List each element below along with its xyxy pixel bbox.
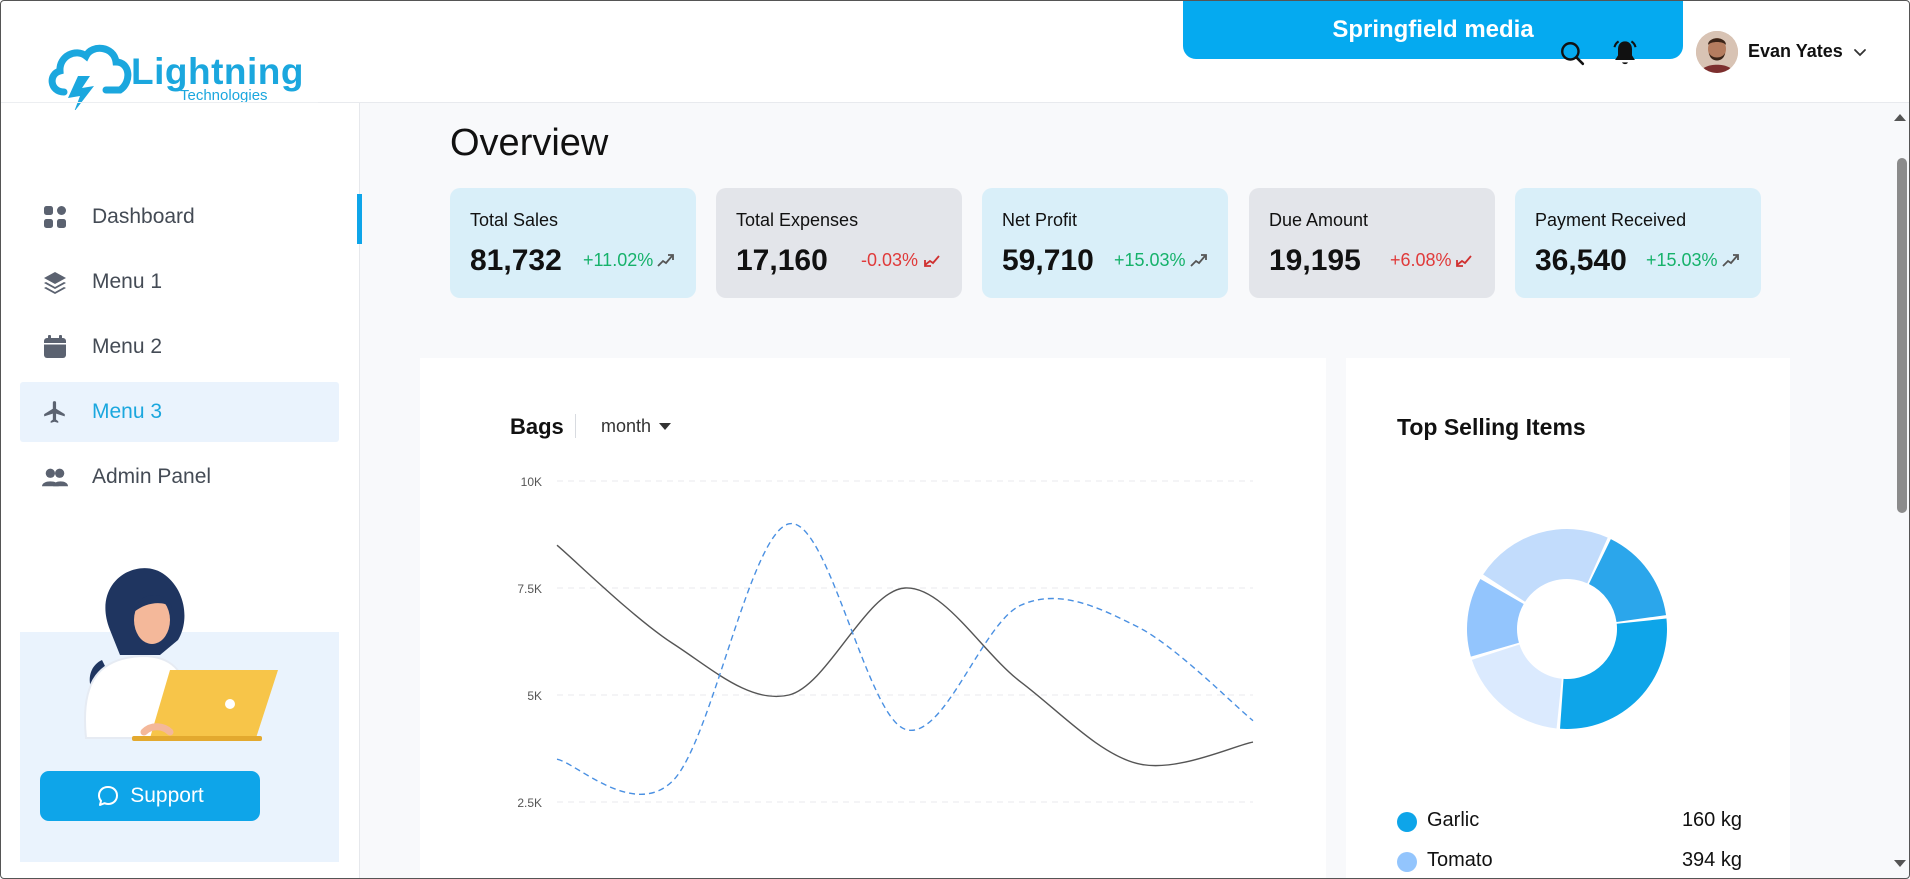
chevron-down-icon[interactable] [1852, 44, 1868, 60]
stat-value: 17,160 [736, 244, 828, 277]
legend-item: Tomato 394 kg [1397, 846, 1742, 876]
stat-change: +15.03% [1114, 250, 1186, 270]
trend-down-icon [924, 255, 940, 267]
search-icon[interactable] [1557, 38, 1587, 68]
trend-down-icon [1456, 255, 1472, 267]
period-dropdown[interactable]: month [601, 416, 672, 437]
top-header: Springfield media [318, 0, 1910, 103]
stat-change: -0.03% [861, 250, 919, 270]
dashboard-grid-icon [42, 204, 68, 230]
page-title: Overview [450, 122, 609, 164]
sidebar-item-menu-3[interactable]: Menu 3 [20, 382, 339, 442]
stat-change: +6.08% [1390, 250, 1452, 270]
stat-label: Net Profit [1002, 210, 1078, 230]
legend-name: Tomato [1427, 849, 1493, 871]
sidebar-item-admin-panel[interactable]: Admin Panel [20, 447, 339, 507]
layers-icon [42, 269, 68, 295]
y-tick-label: 5K [527, 689, 542, 703]
chat-bubble-icon [98, 786, 119, 806]
stat-value: 19,195 [1269, 244, 1361, 277]
scroll-down-arrow[interactable] [1893, 859, 1907, 869]
sidebar-item-dashboard[interactable]: Dashboard [20, 187, 339, 247]
stat-change: +15.03% [1646, 250, 1718, 270]
y-tick-label: 2.5K [517, 796, 542, 810]
sidebar-item-menu-2[interactable]: Menu 2 [20, 317, 339, 377]
support-label: Support [130, 784, 204, 807]
sidebar-item-label: Menu 1 [92, 270, 163, 293]
stat-label: Payment Received [1535, 210, 1687, 230]
stat-label: Total Sales [470, 210, 559, 230]
trend-up-icon [1722, 254, 1739, 267]
stat-value: 59,710 [1002, 244, 1094, 277]
stat-card-net-profit[interactable]: Net Profit 59,710 +15.03% [982, 188, 1228, 298]
legend-item: Garlic 160 kg [1397, 806, 1742, 836]
sidebar-nav: Dashboard Menu 1 Menu 2 Menu 3 Admin Pan… [20, 187, 339, 512]
caret-down-icon [659, 422, 672, 430]
users-icon [42, 464, 68, 490]
legend-value: 160 kg [1681, 809, 1742, 831]
bell-icon[interactable] [1610, 38, 1640, 68]
sidebar-item-label: Menu 2 [92, 335, 163, 358]
user-name[interactable]: Evan Yates [1748, 41, 1843, 62]
legend-name: Garlic [1427, 809, 1480, 831]
support-button[interactable]: Support [40, 771, 260, 821]
workspace-banner[interactable]: Springfield media [1183, 0, 1683, 59]
sidebar-item-label: Menu 3 [92, 400, 163, 423]
sidebar-item-label: Dashboard [92, 205, 195, 228]
y-tick-label: 10K [520, 475, 542, 489]
stat-card-due-amount[interactable]: Due Amount 19,195 +6.08% [1249, 188, 1495, 298]
stat-value: 36,540 [1535, 244, 1627, 277]
stat-value: 81,732 [470, 244, 562, 277]
trend-up-icon [657, 254, 674, 267]
period-dropdown-value: month [601, 416, 652, 436]
scroll-up-arrow[interactable] [1893, 112, 1907, 122]
legend-value: 394 kg [1681, 849, 1742, 871]
stat-change: +11.02% [583, 250, 654, 270]
stat-card-total-sales[interactable]: Total Sales 81,732 +11.02% [450, 188, 696, 298]
stat-label: Total Expenses [736, 210, 859, 230]
sidebar: Lightning Technologies Dashboard Menu 1 … [0, 0, 360, 879]
stat-card-total-expenses[interactable]: Total Expenses 17,160 -0.03% [716, 188, 962, 298]
stat-card-payment-received[interactable]: Payment Received 36,540 +15.03% [1515, 188, 1761, 298]
top-selling-title: Top Selling Items [1397, 414, 1586, 440]
cloud-lightning-icon [48, 44, 132, 110]
stat-label: Due Amount [1269, 210, 1369, 230]
trend-up-icon [1190, 254, 1207, 267]
chart-title: Bags [510, 414, 564, 439]
scrollbar-thumb[interactable] [1897, 158, 1907, 513]
divider [575, 414, 576, 438]
calendar-icon [42, 334, 68, 360]
avatar[interactable] [1696, 31, 1738, 73]
logo[interactable]: Lightning Technologies [44, 40, 304, 110]
active-indicator [357, 194, 362, 244]
divider [0, 102, 318, 103]
airplane-icon [42, 399, 68, 425]
y-tick-label: 7.5K [517, 582, 542, 596]
legend-swatch [1397, 812, 1417, 832]
legend-swatch [1397, 852, 1417, 872]
sidebar-item-label: Admin Panel [92, 465, 212, 488]
sidebar-item-menu-1[interactable]: Menu 1 [20, 252, 339, 312]
woman-laptop-illustration [84, 568, 278, 741]
